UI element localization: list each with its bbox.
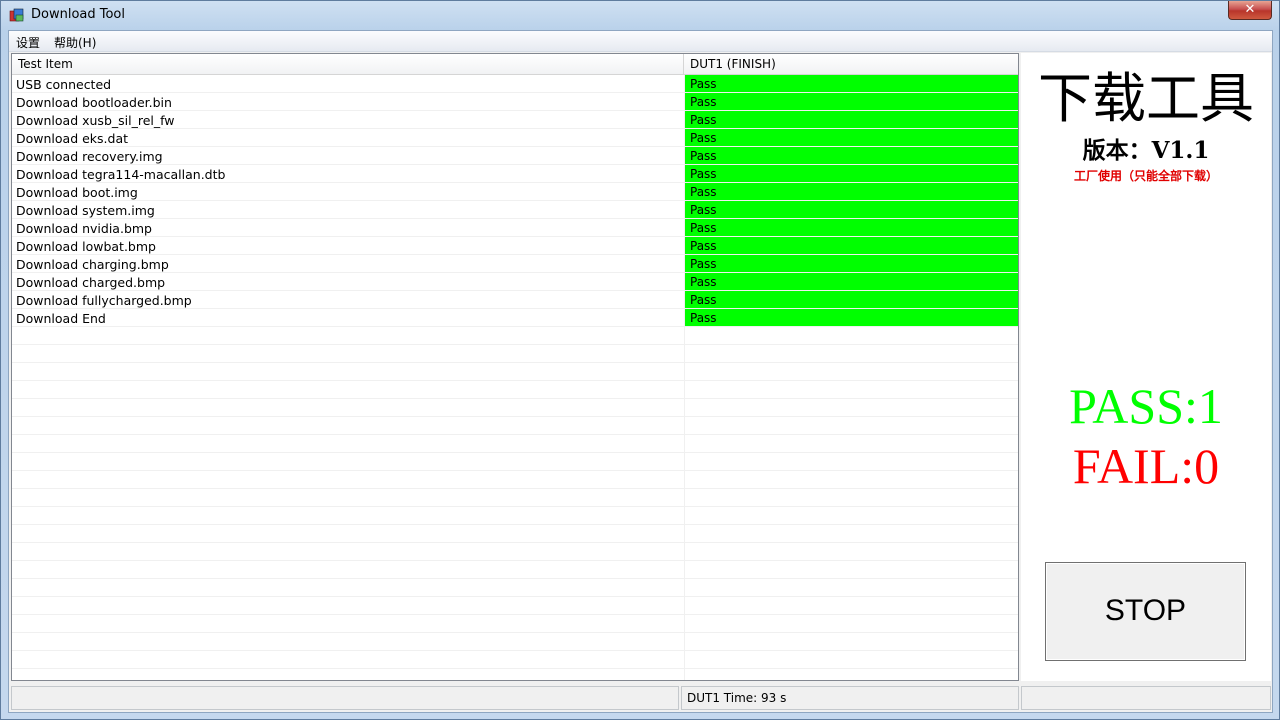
empty-row bbox=[12, 327, 1018, 345]
factory-note: 工厂使用（只能全部下载） bbox=[1073, 169, 1218, 183]
title-bar[interactable]: Download Tool ✕ bbox=[1, 1, 1279, 29]
test-item-cell: Download boot.img bbox=[16, 185, 138, 200]
status-cell: Pass bbox=[685, 237, 1018, 254]
table-row[interactable]: Download bootloader.bin Pass bbox=[12, 93, 1018, 111]
table-row[interactable]: Download End Pass bbox=[12, 309, 1018, 327]
menu-bar: 设置 帮助(H) bbox=[9, 31, 1272, 52]
status-cell: Pass bbox=[685, 309, 1018, 326]
test-item-cell: Download system.img bbox=[16, 203, 155, 218]
empty-row bbox=[12, 435, 1018, 453]
empty-row bbox=[12, 597, 1018, 615]
table-row[interactable]: Download boot.img Pass bbox=[12, 183, 1018, 201]
test-item-cell: Download bootloader.bin bbox=[16, 95, 172, 110]
tool-title: 下载工具 bbox=[1038, 67, 1254, 130]
empty-row bbox=[12, 489, 1018, 507]
status-cell: Pass bbox=[685, 75, 1018, 92]
table-row[interactable]: Download recovery.img Pass bbox=[12, 147, 1018, 165]
status-cell: Pass bbox=[685, 219, 1018, 236]
empty-row bbox=[12, 507, 1018, 525]
close-icon: ✕ bbox=[1244, 2, 1256, 17]
status-cell: Pass bbox=[685, 273, 1018, 290]
main-window: Download Tool ✕ 设置 帮助(H) Test Item DUT1 … bbox=[0, 0, 1280, 720]
empty-row bbox=[12, 363, 1018, 381]
table-row[interactable]: Download tegra114-macallan.dtb Pass bbox=[12, 165, 1018, 183]
test-item-cell: Download End bbox=[16, 311, 106, 326]
list-rows: USB connected Pass Download bootloader.bin… bbox=[12, 75, 1018, 669]
pass-count: PASS:1 bbox=[1069, 378, 1223, 434]
table-row[interactable]: Download eks.dat Pass bbox=[12, 129, 1018, 147]
status-bar: DUT1 Time: 93 s bbox=[9, 686, 1272, 712]
list-header: Test Item DUT1 (FINISH) bbox=[12, 54, 1018, 75]
test-item-cell: Download eks.dat bbox=[16, 131, 129, 146]
empty-row bbox=[12, 579, 1018, 597]
status-panel-3 bbox=[1021, 686, 1271, 710]
test-item-cell: Download charged.bmp bbox=[16, 275, 166, 290]
test-item-cell: USB connected bbox=[16, 77, 112, 92]
status-cell: Pass bbox=[685, 291, 1018, 308]
status-cell: Pass bbox=[685, 129, 1018, 146]
table-row[interactable]: Download charged.bmp Pass bbox=[12, 273, 1018, 291]
status-cell: Pass bbox=[685, 255, 1018, 272]
empty-row bbox=[12, 615, 1018, 633]
empty-row bbox=[12, 399, 1018, 417]
table-row[interactable]: Download nvidia.bmp Pass bbox=[12, 219, 1018, 237]
close-button[interactable]: ✕ bbox=[1228, 1, 1272, 20]
table-row[interactable]: USB connected Pass bbox=[12, 75, 1018, 93]
fail-count: FAIL:0 bbox=[1072, 438, 1220, 494]
test-results-list[interactable]: Test Item DUT1 (FINISH) USB connected Pas… bbox=[11, 53, 1019, 681]
empty-row bbox=[12, 345, 1018, 363]
table-row[interactable]: Download lowbat.bmp Pass bbox=[12, 237, 1018, 255]
status-cell: Pass bbox=[685, 165, 1018, 182]
empty-row bbox=[12, 417, 1018, 435]
column-header-dut1[interactable]: DUT1 (FINISH) bbox=[684, 54, 1018, 74]
test-item-cell: Download tegra114-macallan.dtb bbox=[16, 167, 226, 182]
status-cell: Pass bbox=[685, 201, 1018, 218]
test-item-cell: Download lowbat.bmp bbox=[16, 239, 156, 254]
empty-row bbox=[12, 543, 1018, 561]
client-area: 设置 帮助(H) Test Item DUT1 (FINISH) USB con… bbox=[8, 30, 1273, 713]
status-cell: Pass bbox=[685, 111, 1018, 128]
test-item-cell: Download nvidia.bmp bbox=[16, 221, 152, 236]
app-icon bbox=[9, 8, 24, 22]
status-panel-1 bbox=[11, 686, 679, 710]
status-cell: Pass bbox=[685, 147, 1018, 164]
column-header-test-item[interactable]: Test Item bbox=[12, 54, 684, 74]
empty-row bbox=[12, 453, 1018, 471]
table-row[interactable]: Download fullycharged.bmp Pass bbox=[12, 291, 1018, 309]
status-cell: Pass bbox=[685, 183, 1018, 200]
window-title: Download Tool bbox=[31, 7, 126, 22]
stop-button[interactable]: STOP bbox=[1045, 562, 1246, 661]
test-item-cell: Download charging.bmp bbox=[16, 257, 169, 272]
status-dut1-time: DUT1 Time: 93 s bbox=[681, 686, 1019, 710]
empty-row bbox=[12, 561, 1018, 579]
table-row[interactable]: Download charging.bmp Pass bbox=[12, 255, 1018, 273]
table-row[interactable]: Download xusb_sil_rel_fw Pass bbox=[12, 111, 1018, 129]
version-label: 版本：V1.1 bbox=[1082, 137, 1210, 164]
empty-row bbox=[12, 381, 1018, 399]
empty-row bbox=[12, 525, 1018, 543]
empty-row bbox=[12, 471, 1018, 489]
empty-row bbox=[12, 651, 1018, 669]
test-item-cell: Download xusb_sil_rel_fw bbox=[16, 113, 175, 128]
table-row[interactable]: Download system.img Pass bbox=[12, 201, 1018, 219]
status-cell: Pass bbox=[685, 93, 1018, 110]
test-item-cell: Download fullycharged.bmp bbox=[16, 293, 192, 308]
menu-settings[interactable]: 设置 bbox=[16, 34, 40, 51]
menu-help[interactable]: 帮助(H) bbox=[54, 34, 96, 51]
test-item-cell: Download recovery.img bbox=[16, 149, 163, 164]
empty-row bbox=[12, 633, 1018, 651]
